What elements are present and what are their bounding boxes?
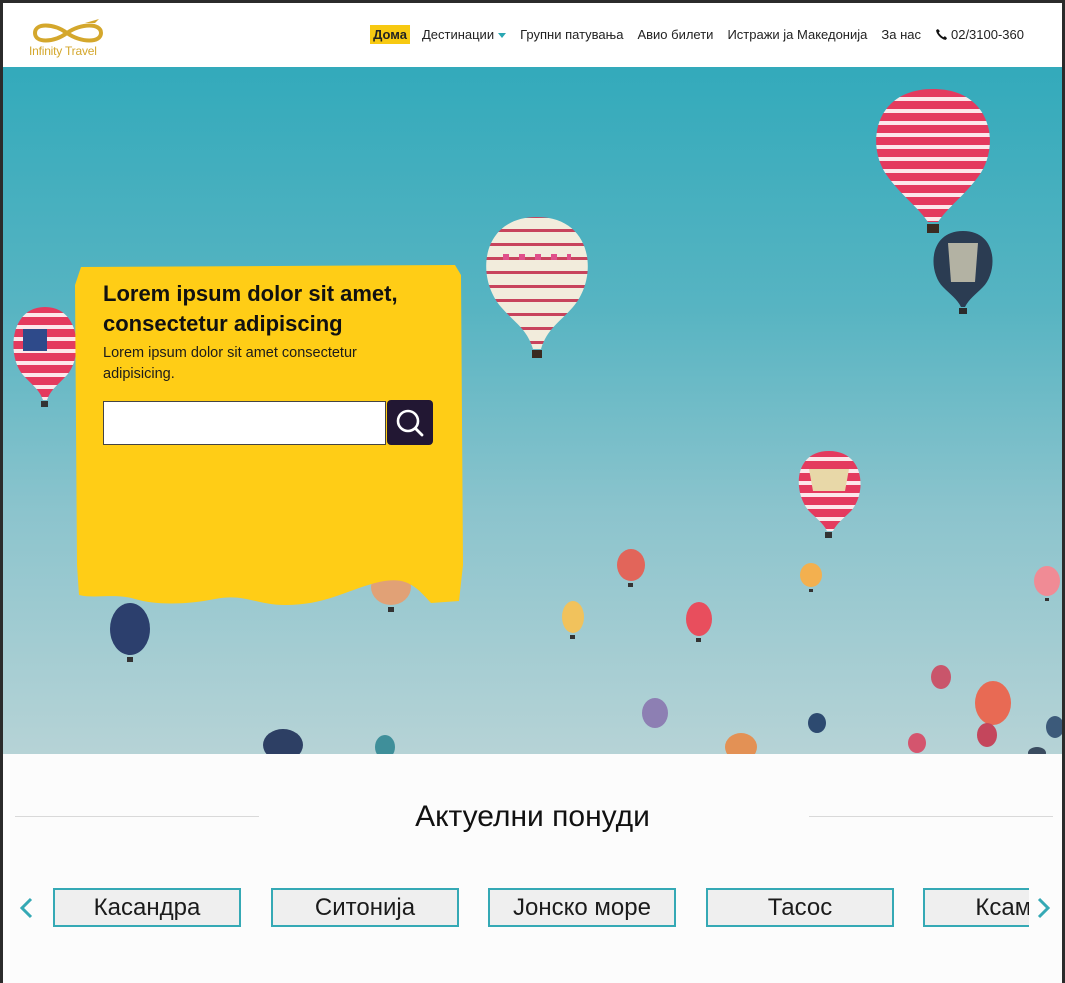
infinity-logo-icon	[32, 19, 104, 43]
nav-item-about[interactable]: За нас	[879, 25, 923, 44]
phone-icon	[936, 28, 948, 40]
main-nav: Дома Дестинации Групни патувања Авио бил…	[370, 25, 1026, 44]
caret-down-icon	[498, 33, 507, 38]
nav-item-group-trips[interactable]: Групни патувања	[518, 25, 625, 44]
phone-link[interactable]: 02/3100-360	[933, 25, 1026, 44]
search-input[interactable]	[103, 401, 386, 445]
offer-chip[interactable]: Ситонија	[271, 888, 459, 927]
offer-chip[interactable]: Касандра	[53, 888, 241, 927]
offer-chip[interactable]: Јонско море	[488, 888, 676, 927]
nav-item-home[interactable]: Дома	[370, 25, 410, 44]
promo-subtitle: Lorem ipsum dolor sit amet consectetur a…	[103, 345, 357, 382]
search-icon	[396, 409, 424, 436]
site-header: Infinity Travel Дома Дестинации Групни п…	[3, 3, 1062, 67]
hero-banner: Lorem ipsum dolor sit amet, consectetur …	[3, 67, 1062, 754]
browser-viewport: Infinity Travel Дома Дестинации Групни п…	[0, 0, 1065, 983]
offers-carousel: Касандра Ситонија Јонско море Тасос Ксам…	[53, 888, 1029, 930]
search-button[interactable]	[387, 400, 433, 445]
promo-title: Lorem ipsum dolor sit amet, consectetur …	[103, 281, 398, 336]
nav-item-flight-tickets[interactable]: Авио билети	[635, 25, 715, 44]
offer-chip[interactable]: Тасос	[706, 888, 894, 927]
section-title: Актуелни понуди	[415, 800, 650, 833]
offer-chip[interactable]: Ксамил	[923, 888, 1029, 927]
nav-item-destinations-label: Дестинации	[421, 27, 495, 42]
chevron-right-icon[interactable]	[1033, 896, 1053, 920]
logo-text: Infinity Travel	[29, 44, 97, 58]
nav-item-explore-macedonia[interactable]: Истражи ја Македонија	[725, 25, 869, 44]
current-offers-section: Актуелни понуди Касандра Ситонија Јонско…	[3, 754, 1062, 983]
chevron-left-icon[interactable]	[17, 896, 37, 920]
nav-item-destinations[interactable]: Дестинации	[420, 25, 508, 44]
logo[interactable]: Infinity Travel	[25, 17, 115, 61]
phone-number: 02/3100-360	[950, 27, 1024, 42]
promo-panel: Lorem ipsum dolor sit amet, consectetur …	[75, 265, 463, 607]
